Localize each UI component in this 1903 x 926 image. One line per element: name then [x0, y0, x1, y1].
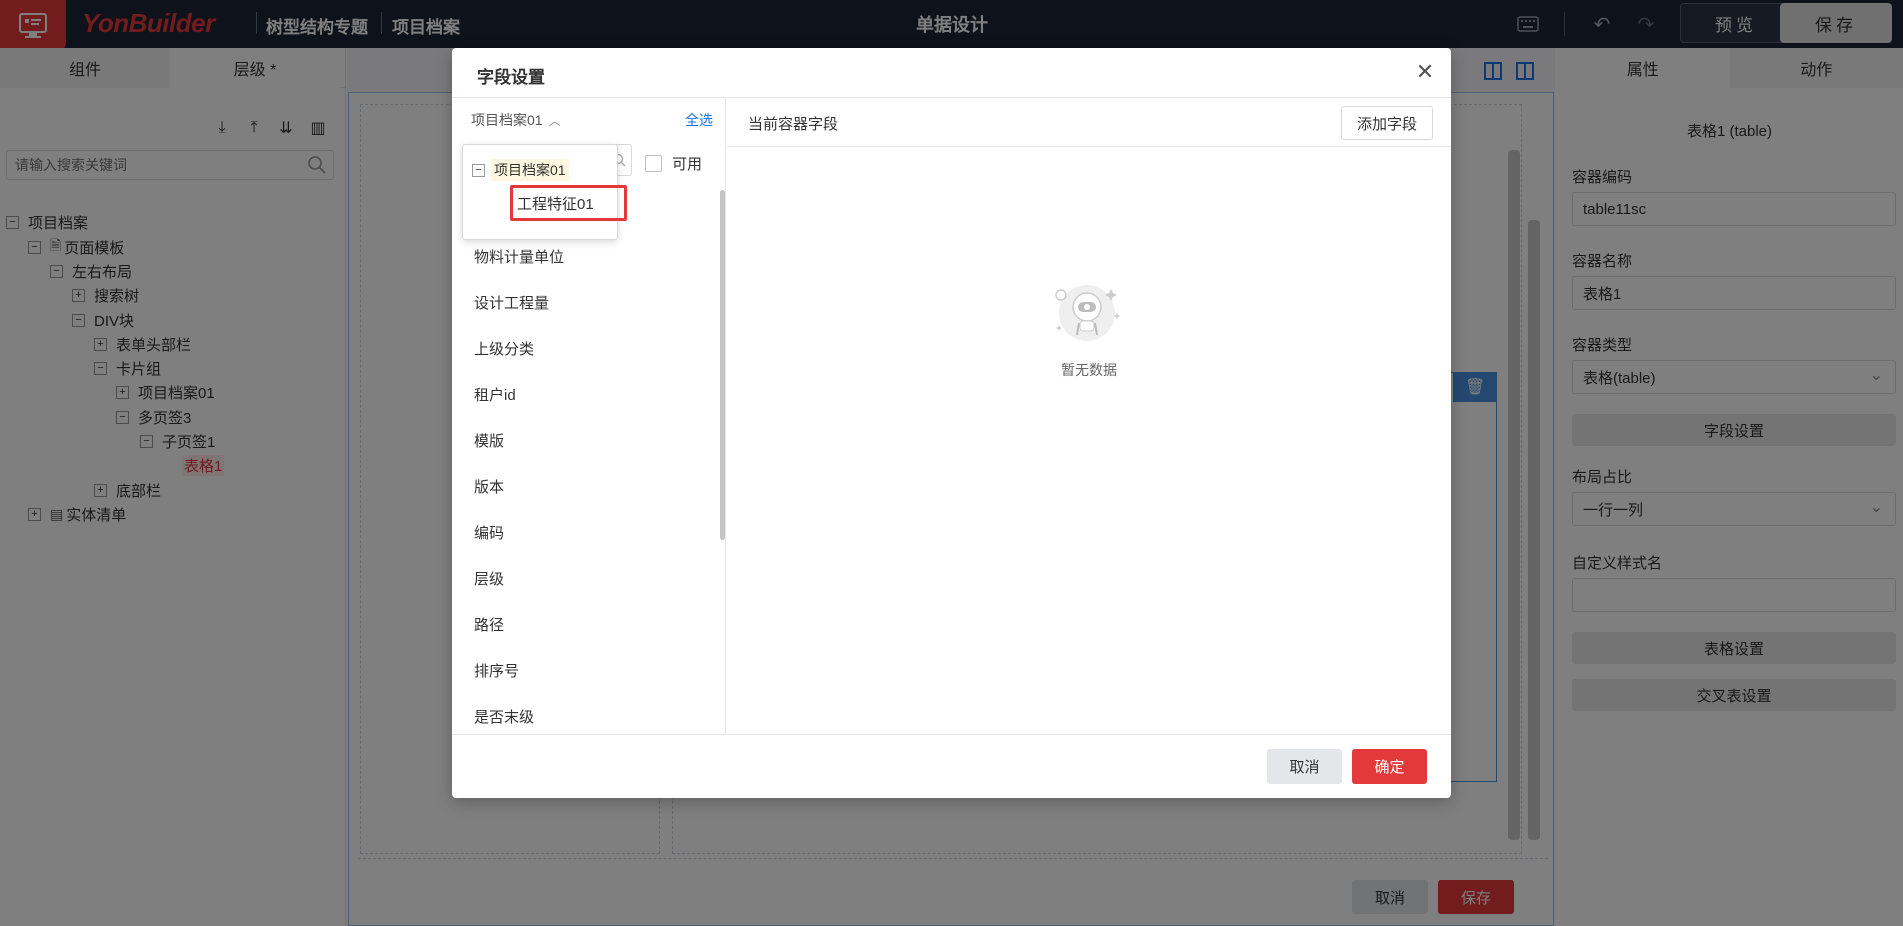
field-item[interactable]: 租户id: [474, 384, 516, 405]
collapse-icon[interactable]: −: [472, 163, 485, 177]
field-item[interactable]: 上级分类: [474, 338, 534, 359]
available-label: 可用: [672, 156, 703, 173]
field-item[interactable]: 物料计量单位: [474, 246, 564, 267]
empty-state: 暂无数据: [727, 273, 1451, 380]
field-settings-dialog: 字段设置 ✕ 项目档案01 ︿ 全选 可用 物料计量单位 设计工程量 上级分类 …: [452, 48, 1451, 798]
confirm-button[interactable]: 确定: [1352, 749, 1427, 784]
field-item[interactable]: 版本: [474, 476, 504, 497]
field-item[interactable]: 编码: [474, 522, 504, 543]
highlight-box: [510, 185, 627, 221]
entity-tree-root-label: 项目档案01: [491, 159, 569, 181]
chevron-up-icon: ︿: [548, 113, 561, 128]
empty-text: 暂无数据: [1061, 362, 1117, 378]
field-item[interactable]: 模版: [474, 430, 504, 451]
scrollbar[interactable]: [720, 190, 725, 540]
cancel-button[interactable]: 取消: [1267, 749, 1342, 784]
dialog-footer: 取消 确定: [452, 734, 1451, 798]
entity-tree-root[interactable]: − 项目档案01: [472, 159, 569, 181]
entity-select-value: 项目档案01: [471, 112, 543, 128]
add-field-button[interactable]: 添加字段: [1341, 106, 1433, 140]
dialog-title: 字段设置: [477, 68, 545, 87]
field-item[interactable]: 是否末级: [474, 706, 534, 727]
select-all-link[interactable]: 全选: [685, 110, 713, 130]
entity-select[interactable]: 项目档案01 ︿: [471, 110, 561, 130]
close-icon[interactable]: ✕: [1413, 60, 1437, 84]
field-item[interactable]: 设计工程量: [474, 292, 549, 313]
current-fields-title: 当前容器字段: [748, 116, 839, 133]
available-checkbox[interactable]: [645, 155, 662, 172]
field-item[interactable]: 路径: [474, 614, 504, 635]
entity-tree-dropdown: − 项目档案01 工程特征01: [462, 144, 627, 240]
field-item[interactable]: 层级: [474, 568, 504, 589]
current-fields-header: 当前容器字段 添加字段: [727, 98, 1451, 147]
field-item[interactable]: 排序号: [474, 660, 519, 681]
available-filter[interactable]: 可用: [645, 153, 702, 174]
empty-robot-icon: [1055, 285, 1120, 341]
dialog-header: 字段设置 ✕: [452, 48, 1451, 98]
